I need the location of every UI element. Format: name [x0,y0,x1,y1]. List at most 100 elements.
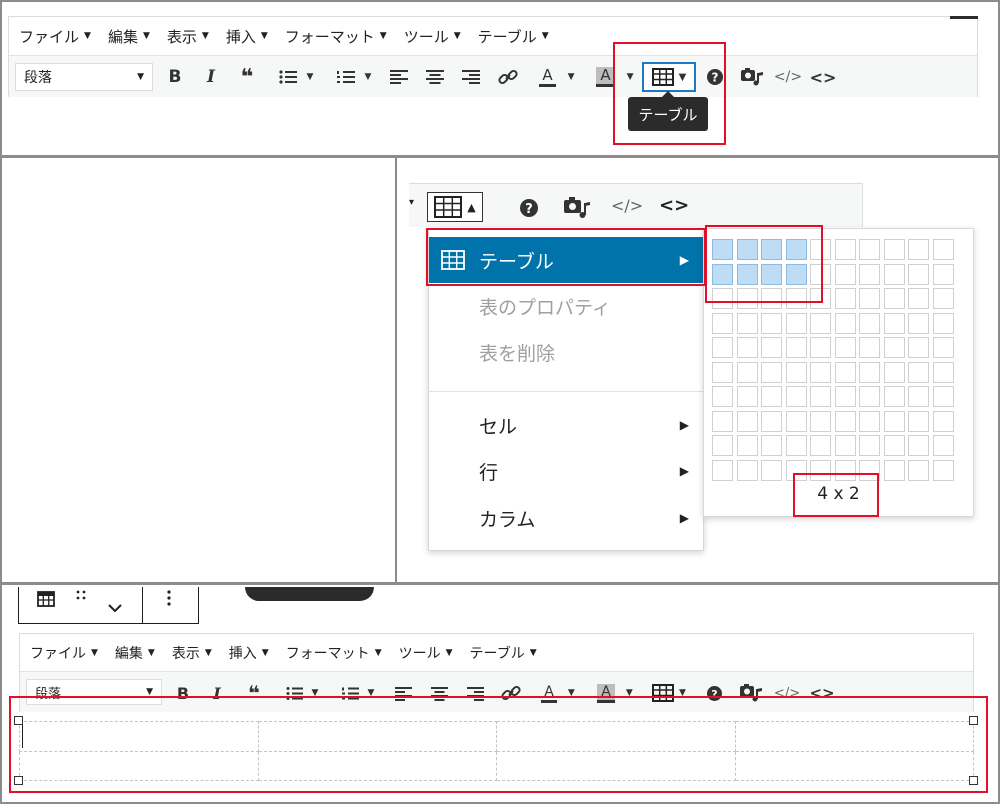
menu-view[interactable]: 表示 ▼ [167,26,209,47]
menu-item-table[interactable]: テーブル ▶ [429,237,703,283]
grid-cell[interactable] [761,386,782,407]
grid-cell[interactable] [883,386,905,407]
blockquote-button[interactable]: ❝ [242,681,266,705]
menu-tools[interactable]: ツール ▼ [404,26,461,47]
grid-cell[interactable] [761,239,782,260]
grid-cell[interactable] [785,386,807,407]
help-button[interactable]: ? [519,198,539,222]
menu-file[interactable]: ファイル ▼ [19,26,91,47]
grid-cell[interactable] [834,288,856,309]
link-button[interactable] [497,65,519,89]
table-button[interactable]: ▼ [648,681,690,705]
html-source-button[interactable]: </> [611,196,643,215]
grid-cell[interactable] [883,410,905,432]
grid-cell[interactable] [859,312,880,334]
grid-cell[interactable] [810,288,831,309]
grid-cell[interactable] [810,239,831,260]
bold-button[interactable]: B [165,65,185,89]
grid-cell[interactable] [908,263,929,285]
grid-cell[interactable] [834,239,856,260]
grid-cell[interactable] [810,459,831,481]
grid-cell[interactable] [859,263,880,285]
grid-cell[interactable] [761,410,782,432]
grid-cell[interactable] [908,361,929,383]
menu-view[interactable]: 表示 ▼ [172,643,212,663]
grid-cell[interactable] [785,288,807,309]
grid-cell[interactable] [908,239,929,260]
grid-cell[interactable] [712,263,733,285]
menu-format[interactable]: フォーマット ▼ [286,643,382,663]
resize-handle-bottom-left[interactable] [14,776,23,785]
grid-cell[interactable] [859,288,880,309]
align-center-button[interactable] [425,65,445,89]
grid-cell[interactable] [908,459,929,481]
grid-cell[interactable] [834,263,856,285]
grid-cell[interactable] [761,435,782,456]
table-cell[interactable] [734,721,974,752]
italic-button[interactable]: I [201,65,221,89]
code-button[interactable]: <> [659,195,689,216]
resize-handle-bottom-right[interactable] [969,776,978,785]
bullet-list-button[interactable]: ▼ [280,681,324,705]
grid-cell[interactable] [736,410,758,432]
grid-cell[interactable] [883,435,905,456]
grid-cell[interactable] [736,337,758,358]
grid-cell[interactable] [761,288,782,309]
grid-cell[interactable] [810,312,831,334]
align-left-button[interactable] [389,65,409,89]
table-cell[interactable] [257,750,497,781]
grid-cell[interactable] [736,435,758,456]
background-color-button[interactable]: A ▼ [591,65,639,89]
help-button[interactable]: ? [705,65,725,89]
table-cell[interactable] [19,750,259,781]
grid-cell[interactable] [932,410,954,432]
format-select[interactable]: 段落 ▼ [26,679,162,705]
grid-cell[interactable] [883,361,905,383]
grid-cell[interactable] [761,361,782,383]
grid-cell[interactable] [932,263,954,285]
grid-cell[interactable] [761,263,782,285]
table-button[interactable]: ▼ [642,62,696,92]
grid-cell[interactable] [859,361,880,383]
grid-cell[interactable] [834,337,856,358]
grid-cell[interactable] [883,312,905,334]
grid-cell[interactable] [736,386,758,407]
menu-item-row[interactable]: 行 ▶ [429,448,703,494]
grid-cell[interactable] [712,459,733,481]
grid-cell[interactable] [908,312,929,334]
align-right-button[interactable] [461,65,481,89]
table-cell[interactable] [496,721,736,752]
grid-cell[interactable] [932,288,954,309]
grid-cell[interactable] [932,459,954,481]
table-cell[interactable] [19,721,259,752]
grid-cell[interactable] [908,288,929,309]
grid-cell[interactable] [883,288,905,309]
grid-cell[interactable] [932,386,954,407]
grid-cell[interactable] [932,312,954,334]
resize-handle-top-left[interactable] [14,716,23,725]
code-button[interactable]: <> [810,65,837,89]
grid-cell[interactable] [810,263,831,285]
text-color-button[interactable]: A ▼ [533,65,581,89]
grid-cell[interactable] [883,459,905,481]
grid-cell[interactable] [712,361,733,383]
grid-cell[interactable] [712,239,733,260]
menu-edit[interactable]: 編集 ▼ [108,26,150,47]
grid-cell[interactable] [834,459,856,481]
grid-cell[interactable] [834,410,856,432]
html-source-button[interactable]: </> [774,681,800,705]
bullet-list-button[interactable]: ▼ [273,65,319,89]
text-color-button[interactable]: A ▼ [535,681,581,705]
grid-cell[interactable] [736,239,758,260]
inserted-table[interactable] [19,721,974,781]
grid-cell[interactable] [908,410,929,432]
menu-item-cell[interactable]: セル ▶ [429,402,703,448]
grid-cell[interactable] [785,459,807,481]
help-button[interactable]: ? [705,681,723,705]
menu-table[interactable]: テーブル ▼ [470,643,537,663]
grid-cell[interactable] [785,239,807,260]
format-select[interactable]: 段落 ▼ [15,63,153,91]
numbered-list-button[interactable]: ▼ [331,65,377,89]
move-down-button[interactable] [107,599,123,618]
grid-cell[interactable] [859,239,880,260]
